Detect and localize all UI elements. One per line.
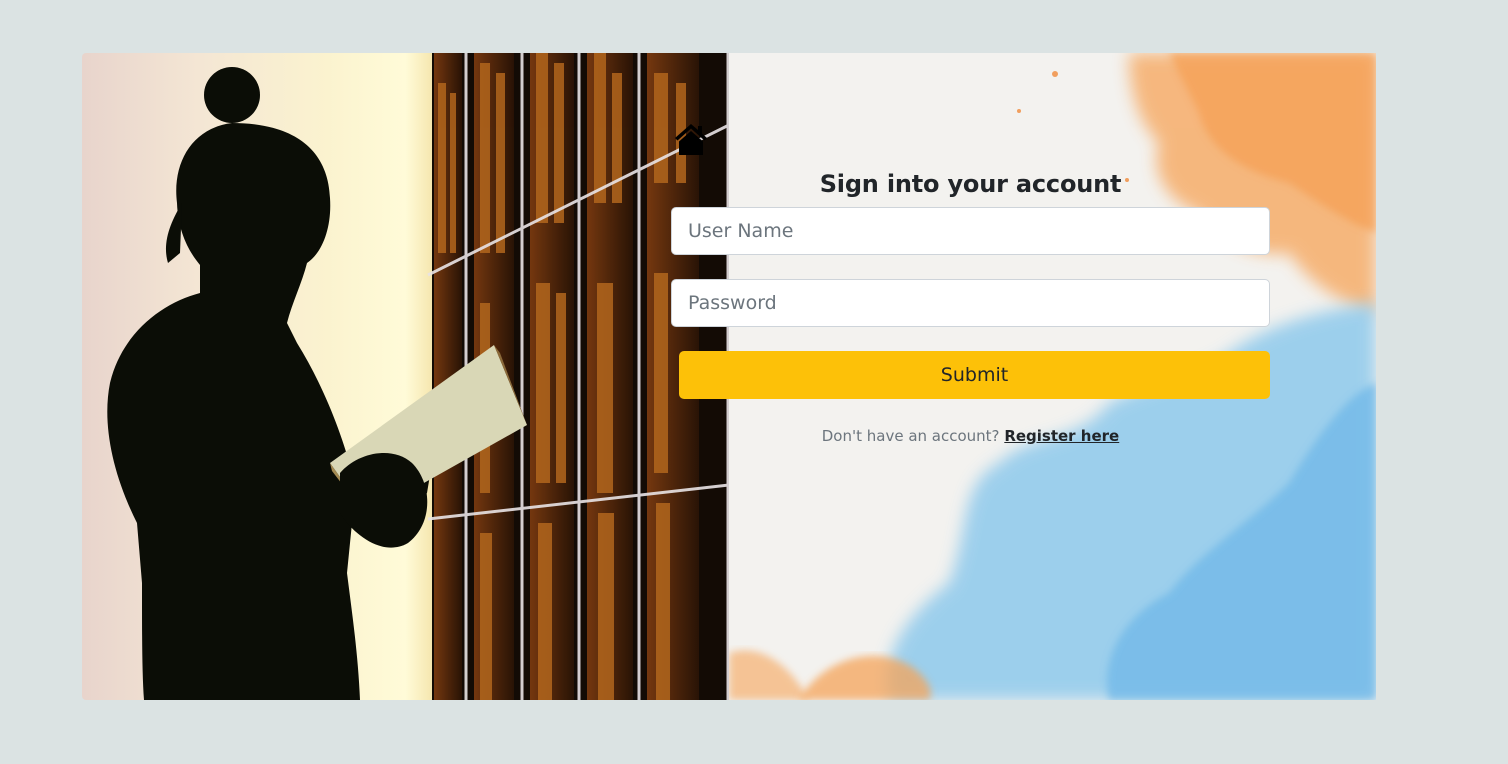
password-field[interactable]	[671, 279, 1270, 327]
username-field[interactable]	[671, 207, 1270, 255]
hero-image	[82, 53, 729, 700]
submit-button[interactable]: Submit	[679, 351, 1270, 399]
library-reader-illustration	[107, 53, 729, 700]
register-prompt: Don't have an account? Register here	[671, 427, 1270, 445]
home-icon[interactable]	[672, 120, 710, 158]
register-prompt-text: Don't have an account?	[821, 427, 1000, 445]
register-link[interactable]: Register here	[1004, 427, 1119, 445]
page-title: Sign into your account	[819, 170, 1122, 198]
